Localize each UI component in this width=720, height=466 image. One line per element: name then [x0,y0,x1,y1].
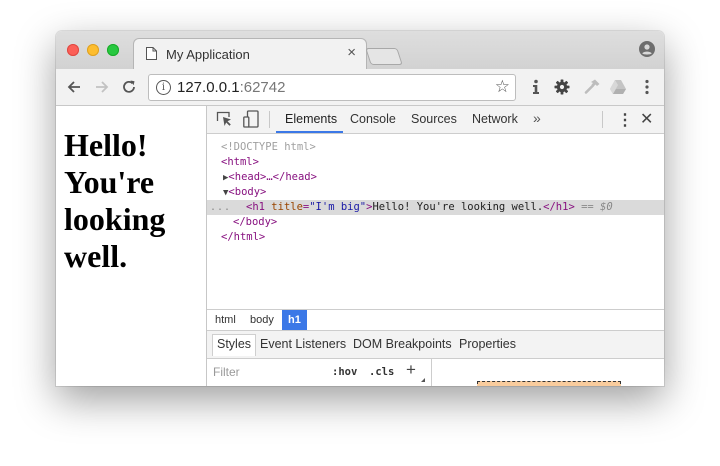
reload-icon[interactable] [120,78,138,96]
doctype-text: <!DOCTYPE html> [221,141,316,153]
active-tab-indicator [276,131,343,133]
page-icon [146,47,157,60]
toolbar-divider [269,111,270,128]
h1-open-tag: <h1 [246,201,265,213]
box-model-diagram [477,381,621,386]
tab-strip: My Application × [56,31,664,69]
cls-toggle[interactable]: .cls [369,366,394,378]
breadcrumb: html body h1 [207,309,664,331]
selected-node-marker: == $0 [581,201,613,213]
url-text: 127.0.0.1:62742 [177,79,285,96]
html-close-tag: </html> [221,231,266,243]
tab-elements[interactable]: Elements [285,112,337,126]
dom-node-doctype[interactable]: <!DOCTYPE html> [207,140,664,155]
styles-filter-bar: Filter :hov .cls + [207,359,432,386]
minimize-window-button[interactable] [87,44,99,56]
new-style-rule-button[interactable]: + [406,360,416,380]
html-open-tag: <html> [221,156,259,168]
tab-console[interactable]: Console [350,112,396,126]
tab-event-listeners[interactable]: Event Listeners [260,337,346,351]
body-close-tag: </body> [233,216,278,228]
browser-menu-icon[interactable] [637,77,657,97]
forward-arrow-icon[interactable] [93,78,111,96]
bookmark-star-icon[interactable]: ☆ [495,78,510,96]
close-window-button[interactable] [67,44,79,56]
url-host: 127.0.0.1 [177,79,240,96]
page-heading: Hello! You're looking well. [64,127,166,274]
drive-icon[interactable] [608,77,628,97]
tab-styles[interactable]: Styles [217,337,251,351]
maximize-window-button[interactable] [107,44,119,56]
h1-text: Hello! You're looking well. [372,201,544,213]
devtools-toolbar: Elements Console Sources Network » ⋮ ✕ [207,106,664,134]
breadcrumb-body[interactable]: body [244,310,280,330]
browser-toolbar: i 127.0.0.1:62742 ☆ [56,69,664,106]
h1-attr-name: title [271,201,303,213]
devtools-panel: Elements Console Sources Network » ⋮ ✕ <… [207,106,664,386]
gear-icon[interactable] [552,77,572,97]
breadcrumb-html[interactable]: html [209,310,242,330]
more-options-corner-icon[interactable] [421,378,425,382]
tab-title: My Application [166,47,250,62]
address-bar[interactable]: i 127.0.0.1:62742 ☆ [148,74,516,101]
tab-sources[interactable]: Sources [411,112,457,126]
extension-info-icon[interactable] [526,77,546,97]
devtools-menu-icon[interactable]: ⋮ [617,110,633,130]
browser-tab[interactable]: My Application × [134,39,366,69]
dom-node-h1-selected[interactable]: ... <h1 title="I'm big">Hello! You're lo… [207,200,664,215]
new-tab-button[interactable] [365,48,403,65]
devtools-close-icon[interactable]: ✕ [640,109,653,129]
profile-icon[interactable] [639,41,655,57]
dom-tree: <!DOCTYPE html> <html> ▶<head>…</head> ▼… [207,134,664,310]
more-tabs-icon[interactable]: » [533,110,541,126]
dom-node-html-close[interactable]: </html> [207,230,664,245]
inspect-element-icon[interactable] [216,111,232,127]
browser-window: My Application × i 127.0.0.1:62742 ☆ Hel… [56,31,664,386]
dom-node-body-close[interactable]: </body> [207,215,664,230]
dom-node-html[interactable]: <html> [207,155,664,170]
site-info-icon[interactable]: i [156,80,171,95]
url-port: :62742 [239,79,286,96]
h1-attr-value: "I'm big" [309,201,367,213]
body-open-tag: <body> [228,186,267,198]
web-page: Hello! You're looking well. [56,106,207,386]
device-toolbar-icon[interactable] [243,110,259,128]
breadcrumb-h1[interactable]: h1 [282,310,307,330]
tab-network[interactable]: Network [472,112,518,126]
toolbar-divider [602,111,603,128]
node-actions-icon[interactable]: ... [210,200,231,215]
hammer-icon[interactable] [582,77,602,97]
tab-dom-breakpoints[interactable]: DOM Breakpoints [353,337,452,351]
filter-input[interactable]: Filter [213,365,240,379]
tab-properties[interactable]: Properties [459,337,516,351]
tab-close-icon[interactable]: × [347,45,356,61]
h1-close-tag: </h1> [543,201,575,213]
back-arrow-icon[interactable] [65,78,83,96]
content-area: Hello! You're looking well. Elements Con… [56,106,664,386]
hov-toggle[interactable]: :hov [332,366,357,378]
dom-node-head[interactable]: ▶<head>…</head> [207,170,664,185]
dom-node-body[interactable]: ▼<body> [207,185,664,200]
sidebar-tabs: Styles Event Listeners DOM Breakpoints P… [207,331,664,359]
head-collapsed-tag: <head>…</head> [228,171,317,183]
